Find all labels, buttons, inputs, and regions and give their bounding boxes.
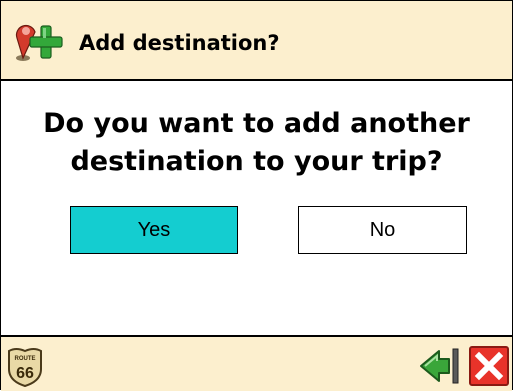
dialog-question: Do you want to add another destination t…	[1, 105, 512, 181]
close-icon[interactable]	[469, 345, 509, 387]
route-badge-label: ROUTE	[15, 356, 36, 362]
back-arrow-icon[interactable]	[419, 345, 461, 387]
dialog-footer: ROUTE 66	[1, 335, 512, 391]
no-button[interactable]: No	[298, 206, 467, 254]
route-badge-number: 66	[16, 365, 34, 382]
yes-button[interactable]: Yes	[70, 206, 238, 254]
question-line-1: Do you want to add another	[43, 108, 470, 139]
dialog-header: Add destination?	[1, 1, 512, 81]
route-66-icon: ROUTE 66	[8, 348, 42, 387]
question-line-2: destination to your trip?	[70, 146, 443, 177]
dialog-window: Add destination? Do you want to add anot…	[0, 0, 513, 391]
map-pin-plus-icon	[15, 24, 63, 61]
dialog-title: Add destination?	[79, 31, 280, 55]
